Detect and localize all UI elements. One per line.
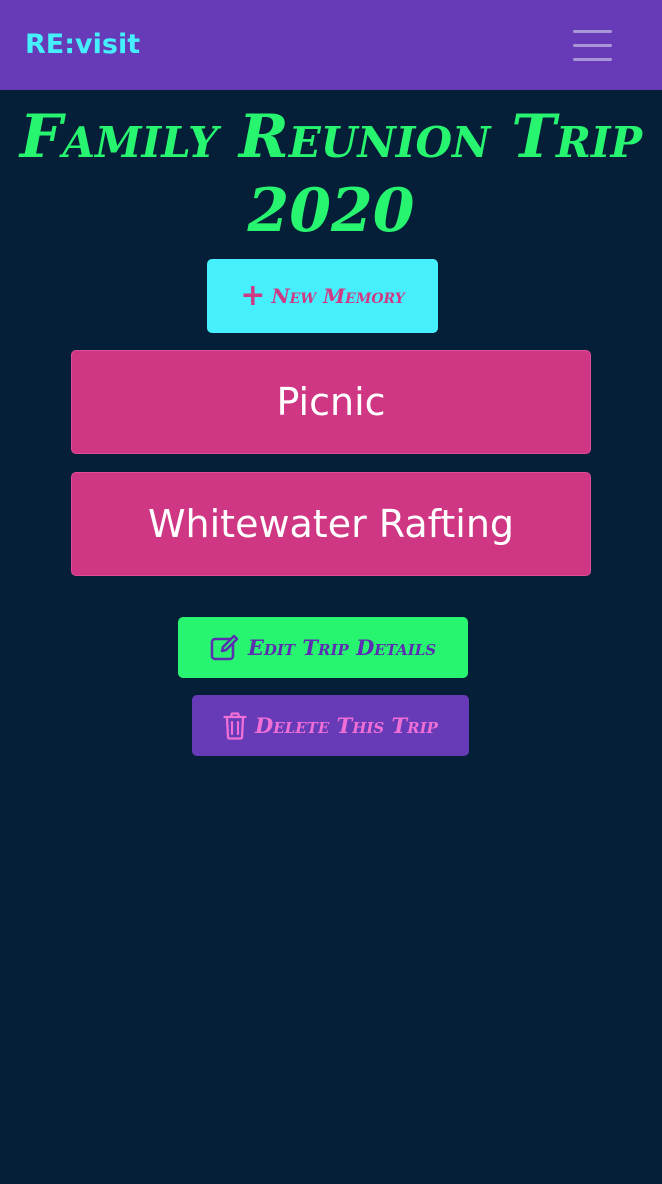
memory-title: Whitewater Rafting [147,502,515,546]
delete-trip-button[interactable]: Delete This Trip [192,695,469,756]
hamburger-menu-icon-bar [573,58,612,61]
brand-logo[interactable]: RE:visit [25,26,140,64]
plus-icon: + [240,278,266,313]
top-navbar: RE:visit [0,0,662,90]
trash-icon [223,711,247,740]
edit-icon [210,634,240,662]
new-memory-label: New Memory [271,284,405,308]
new-memory-button[interactable]: + New Memory [207,259,438,333]
memory-card-whitewater-rafting[interactable]: Whitewater Rafting [71,472,591,576]
hamburger-menu-icon-bar [573,44,612,47]
memory-card-picnic[interactable]: Picnic [71,350,591,454]
menu-toggle-button[interactable] [560,22,624,68]
delete-trip-label: Delete This Trip [255,713,438,738]
memory-title: Picnic [276,380,386,424]
edit-trip-label: Edit Trip Details [247,635,437,660]
edit-trip-button[interactable]: Edit Trip Details [178,617,468,678]
hamburger-menu-icon [573,30,612,33]
page-title: Family Reunion Trip 2020 [19,102,643,246]
